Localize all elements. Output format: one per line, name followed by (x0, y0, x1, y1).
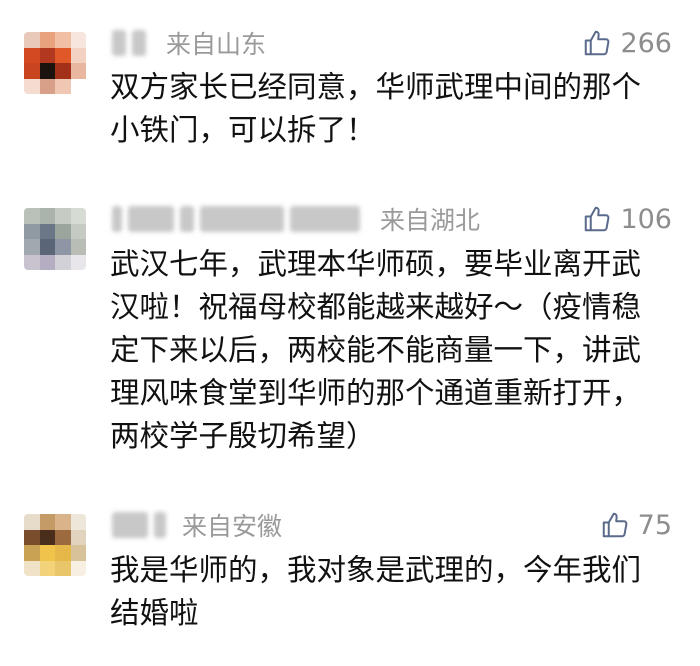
comment-meta: 来自湖北 (112, 202, 480, 236)
blurred-username (180, 206, 194, 232)
like-button[interactable]: 75 (600, 505, 672, 545)
blurred-username (128, 206, 174, 232)
blurred-username (112, 512, 148, 538)
location-label: 来自湖北 (380, 206, 481, 235)
comment-meta: 来自山东 (112, 26, 266, 60)
avatar[interactable] (24, 32, 86, 94)
thumbs-up-icon (585, 206, 610, 232)
like-count: 75 (637, 509, 672, 541)
location-label: 来自山东 (166, 30, 267, 59)
like-count: 106 (620, 203, 672, 235)
blurred-username (200, 206, 284, 232)
comment-meta: 来自安徽 (112, 508, 282, 542)
avatar[interactable] (24, 208, 86, 270)
like-count: 266 (620, 27, 672, 59)
comment-text: 武汉七年，武理本华师硕，要毕业离开武汉啦！祝福母校都能越来越好～（疫情稳定下来以… (110, 247, 642, 453)
blurred-username (112, 206, 122, 232)
thumbs-up-icon (602, 512, 628, 538)
blurred-username (132, 30, 146, 56)
like-button[interactable]: 266 (582, 23, 672, 63)
thumbs-up-icon (585, 30, 610, 56)
blurred-username (154, 512, 166, 538)
like-button[interactable]: 106 (582, 199, 672, 239)
blurred-username (112, 30, 126, 56)
blurred-username (290, 206, 360, 232)
comment-text: 我是华师的，我对象是武理的，今年我们结婚啦 (110, 553, 642, 630)
comment-text: 双方家长已经同意，华师武理中间的那个小铁门，可以拆了！ (110, 70, 642, 147)
avatar[interactable] (24, 514, 86, 576)
location-label: 来自安徽 (182, 512, 283, 541)
